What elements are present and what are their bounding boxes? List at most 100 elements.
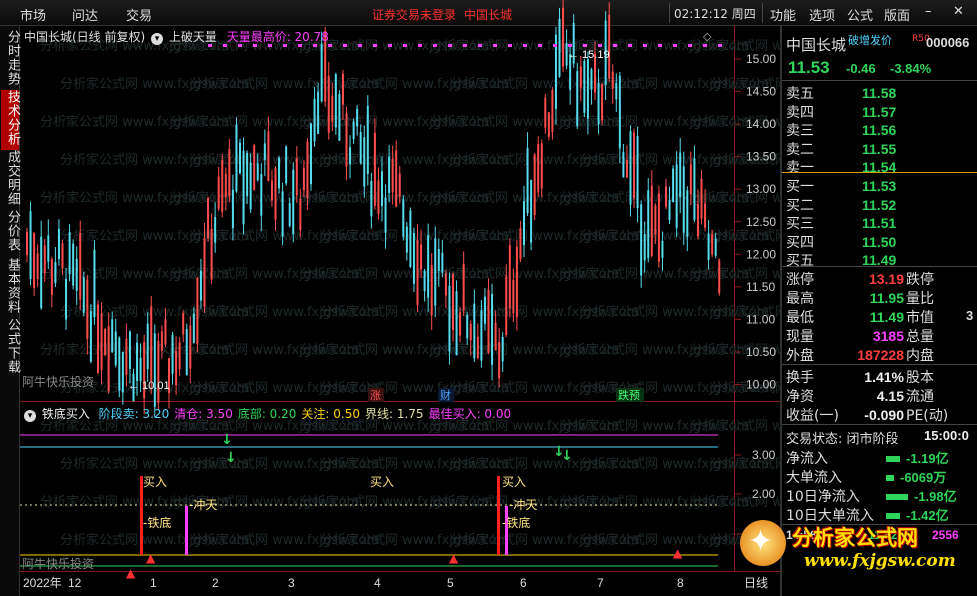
candle-body <box>469 323 472 341</box>
orderbook-row[interactable]: 买一 11.53 <box>786 176 896 196</box>
candle-body <box>427 235 430 298</box>
candle-body <box>381 171 383 206</box>
candle-body <box>505 275 508 335</box>
indicator-value: 天量最高价: 20.78 <box>226 30 329 44</box>
ind-y-tick-label: 2.00 <box>752 487 776 501</box>
candle-body <box>696 204 699 237</box>
tianliang-dash <box>463 44 467 47</box>
candle-body <box>672 168 675 203</box>
flow-bar <box>886 456 900 462</box>
orderbook-row[interactable]: 买五 11.49 <box>786 250 896 270</box>
stock-name: 中国长城 <box>786 36 847 54</box>
stat2-right-label: 流通 <box>906 389 934 405</box>
orderbook-row[interactable]: 买三 11.51 <box>786 213 896 233</box>
buy-arrow-icon: ▲ <box>449 551 459 565</box>
tianliang-dash <box>403 44 407 47</box>
candle-body <box>43 245 46 273</box>
candle-body <box>356 108 359 127</box>
candle-body <box>373 132 376 206</box>
candle-body <box>33 233 36 289</box>
candle-body <box>118 337 121 391</box>
candle-body <box>274 168 277 220</box>
candle-body <box>125 338 128 375</box>
signal-label: -冲天 <box>509 497 537 512</box>
candle-body <box>391 158 394 193</box>
candle-body <box>104 328 107 355</box>
orderbook-row[interactable]: 卖三 11.56 <box>786 120 896 140</box>
candle-body <box>185 328 188 376</box>
orderbook-price: 11.53 <box>862 178 897 194</box>
stat-value: 3185 <box>872 328 904 344</box>
orderbook-row[interactable]: 买二 11.52 <box>786 195 896 215</box>
stat-right-label: 量比 <box>906 291 934 307</box>
orderbook-row[interactable]: 卖四 11.57 <box>786 102 896 122</box>
candle-body <box>537 144 540 193</box>
indicator-watermark: 阿牛快乐投资 <box>22 556 94 571</box>
orderbook-label: 买五 <box>786 253 814 269</box>
x-axis-label: 2022年 <box>23 576 62 590</box>
chart-title-bar: 中国长城(日线 前复权) ▾ 上破天量 天量最高价: 20.78 <box>24 28 329 45</box>
candle-body <box>466 315 469 339</box>
orderbook-row[interactable]: 卖二 11.55 <box>786 139 896 159</box>
last-price: 11.53 <box>788 58 830 77</box>
indicator-toggle-icon[interactable]: ▾ <box>151 33 164 45</box>
candle-body <box>629 131 632 205</box>
candle-body <box>640 204 643 276</box>
candle-body <box>50 259 53 295</box>
orderbook-price: 11.50 <box>862 233 897 250</box>
candle-body <box>576 71 579 126</box>
candle-body <box>647 190 650 259</box>
stat-label: 外盘 <box>786 348 814 364</box>
indicator-settings-icon[interactable]: ▾ <box>24 410 36 422</box>
orderbook-label: 卖一 <box>786 160 814 176</box>
price-change-pct: -3.84% <box>890 61 932 76</box>
indicator-param: 关注: 0.50 <box>301 407 360 421</box>
candle-body <box>295 158 298 196</box>
tianliang-dash <box>643 44 647 47</box>
candle-body <box>239 142 241 174</box>
candle-body <box>128 331 131 369</box>
candle-body <box>682 166 685 233</box>
orderbook-row[interactable]: 买四 11.50 <box>786 232 896 252</box>
orderbook-row[interactable]: 卖五 11.58 <box>786 83 896 103</box>
orderbook-row[interactable]: 卖一 11.54 <box>786 157 896 177</box>
tianliang-dash <box>583 44 587 47</box>
candle-body <box>459 312 462 336</box>
tianliang-dash <box>538 44 542 47</box>
flow-label: 大单流入 <box>786 470 842 486</box>
candle-body <box>700 178 703 219</box>
candle-body <box>349 147 352 165</box>
candle-body <box>182 313 185 335</box>
signal-label: -冲天 <box>189 497 217 512</box>
candle-body <box>196 277 199 344</box>
candle-body <box>29 211 32 279</box>
candle-body <box>405 226 408 253</box>
diamond-icon: ◇ <box>703 30 712 43</box>
stat-row: 外盘 187228 内盘 <box>786 345 934 365</box>
candle-body <box>207 198 210 239</box>
orderbook-price: 11.57 <box>862 103 897 120</box>
candle-body <box>203 238 206 307</box>
indicator-param: 最佳买入: 0.00 <box>428 407 512 421</box>
candle-body <box>61 243 64 268</box>
stat-value: 13.19 <box>868 271 904 287</box>
candle-body <box>402 199 405 237</box>
flow-row: 大单流入 -6069万 <box>786 467 946 487</box>
stat2-value: -0.090 <box>864 407 904 423</box>
candle-body <box>476 336 479 359</box>
stat-row: 现量 3185 总量 <box>786 326 934 346</box>
candle-body <box>299 198 302 231</box>
candle-body <box>384 197 387 233</box>
y-tick-label: 10.00 <box>746 378 776 392</box>
signal-bar <box>497 476 500 555</box>
candle-body <box>47 235 50 262</box>
candle-body <box>483 296 486 324</box>
tianliang-dash <box>628 44 632 47</box>
tianliang-dash <box>703 44 707 47</box>
brand-name: 分析家公式网 <box>792 526 918 550</box>
flow-label: 10日净流入 <box>786 489 860 505</box>
indicator-name[interactable]: 上破天量 <box>169 30 217 44</box>
candle-body <box>452 274 454 330</box>
candle-body <box>498 342 501 379</box>
orderbook-label: 卖二 <box>786 141 814 158</box>
